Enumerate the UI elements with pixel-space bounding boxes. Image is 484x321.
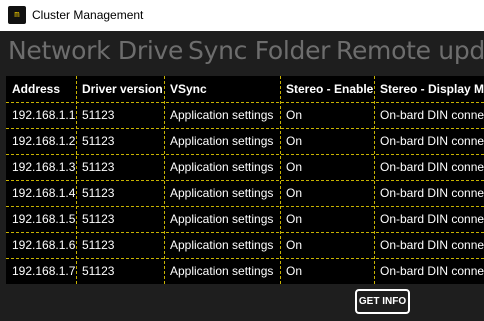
table-cell[interactable]: 51123 [76,128,164,154]
tab-bar: Network Drive Sync Folder Remote updat [0,36,484,72]
window-title: Cluster Management [32,8,144,22]
table-cell[interactable]: 192.168.1.4 [6,180,76,206]
row-divider [6,206,484,207]
table-cell[interactable]: Application settings [164,258,280,284]
column-header[interactable]: Stereo - Enable [280,76,374,102]
table-cell[interactable]: 192.168.1.3 [6,154,76,180]
row-divider [6,258,484,259]
table-cell[interactable]: On [280,102,374,128]
table-cell[interactable]: 51123 [76,102,164,128]
row-divider [6,128,484,129]
table-cell[interactable]: On-bard DIN conne [374,232,484,258]
table-cell[interactable]: 51123 [76,258,164,284]
tab-remote-update[interactable]: Remote updat [336,36,484,65]
table-cell[interactable]: 51123 [76,232,164,258]
table-cell[interactable]: On [280,180,374,206]
table-cell[interactable]: 192.168.1.7 [6,258,76,284]
table-cell[interactable]: On [280,232,374,258]
table-cell[interactable]: 51123 [76,180,164,206]
cluster-table: Address Driver version VSync Stereo - Enabl… [6,76,484,284]
table-cell[interactable]: Application settings [164,154,280,180]
app-window: m Cluster Management Network Drive Sync … [0,0,484,321]
column-header[interactable]: Address [6,76,76,102]
column-header[interactable]: Driver version [76,76,164,102]
row-divider [6,102,484,103]
table-cell[interactable]: Application settings [164,206,280,232]
table-cell[interactable]: On-bard DIN conne [374,128,484,154]
table-cell[interactable]: On-bard DIN conne [374,102,484,128]
table-cell[interactable]: On [280,206,374,232]
row-divider [6,154,484,155]
table-cell[interactable]: Application settings [164,232,280,258]
column-header[interactable]: Stereo - Display M [374,76,484,102]
table-cell[interactable]: On-bard DIN conne [374,154,484,180]
table-cell[interactable]: 192.168.1.2 [6,128,76,154]
row-divider [6,232,484,233]
row-divider [6,180,484,181]
app-logo-icon: m [8,6,26,24]
table-cell[interactable]: 192.168.1.5 [6,206,76,232]
table-cell[interactable]: 51123 [76,206,164,232]
table-cell[interactable]: On [280,128,374,154]
table-cell[interactable]: 51123 [76,154,164,180]
table-cell[interactable]: Application settings [164,102,280,128]
table-cell[interactable]: On [280,154,374,180]
table-cell[interactable]: On-bard DIN conne [374,258,484,284]
table-cell[interactable]: Application settings [164,128,280,154]
table-cell[interactable]: Application settings [164,180,280,206]
table-cell[interactable]: 192.168.1.1 [6,102,76,128]
title-bar: m Cluster Management [0,0,484,31]
tab-network-drive[interactable]: Network Drive [8,36,183,65]
table-cell[interactable]: On-bard DIN conne [374,206,484,232]
table-cell[interactable]: On-bard DIN conne [374,180,484,206]
table-cell[interactable]: On [280,258,374,284]
table-cell[interactable]: 192.168.1.6 [6,232,76,258]
column-header[interactable]: VSync [164,76,280,102]
tab-sync-folder[interactable]: Sync Folder [188,36,330,65]
get-info-button[interactable]: GET INFO [355,289,410,314]
